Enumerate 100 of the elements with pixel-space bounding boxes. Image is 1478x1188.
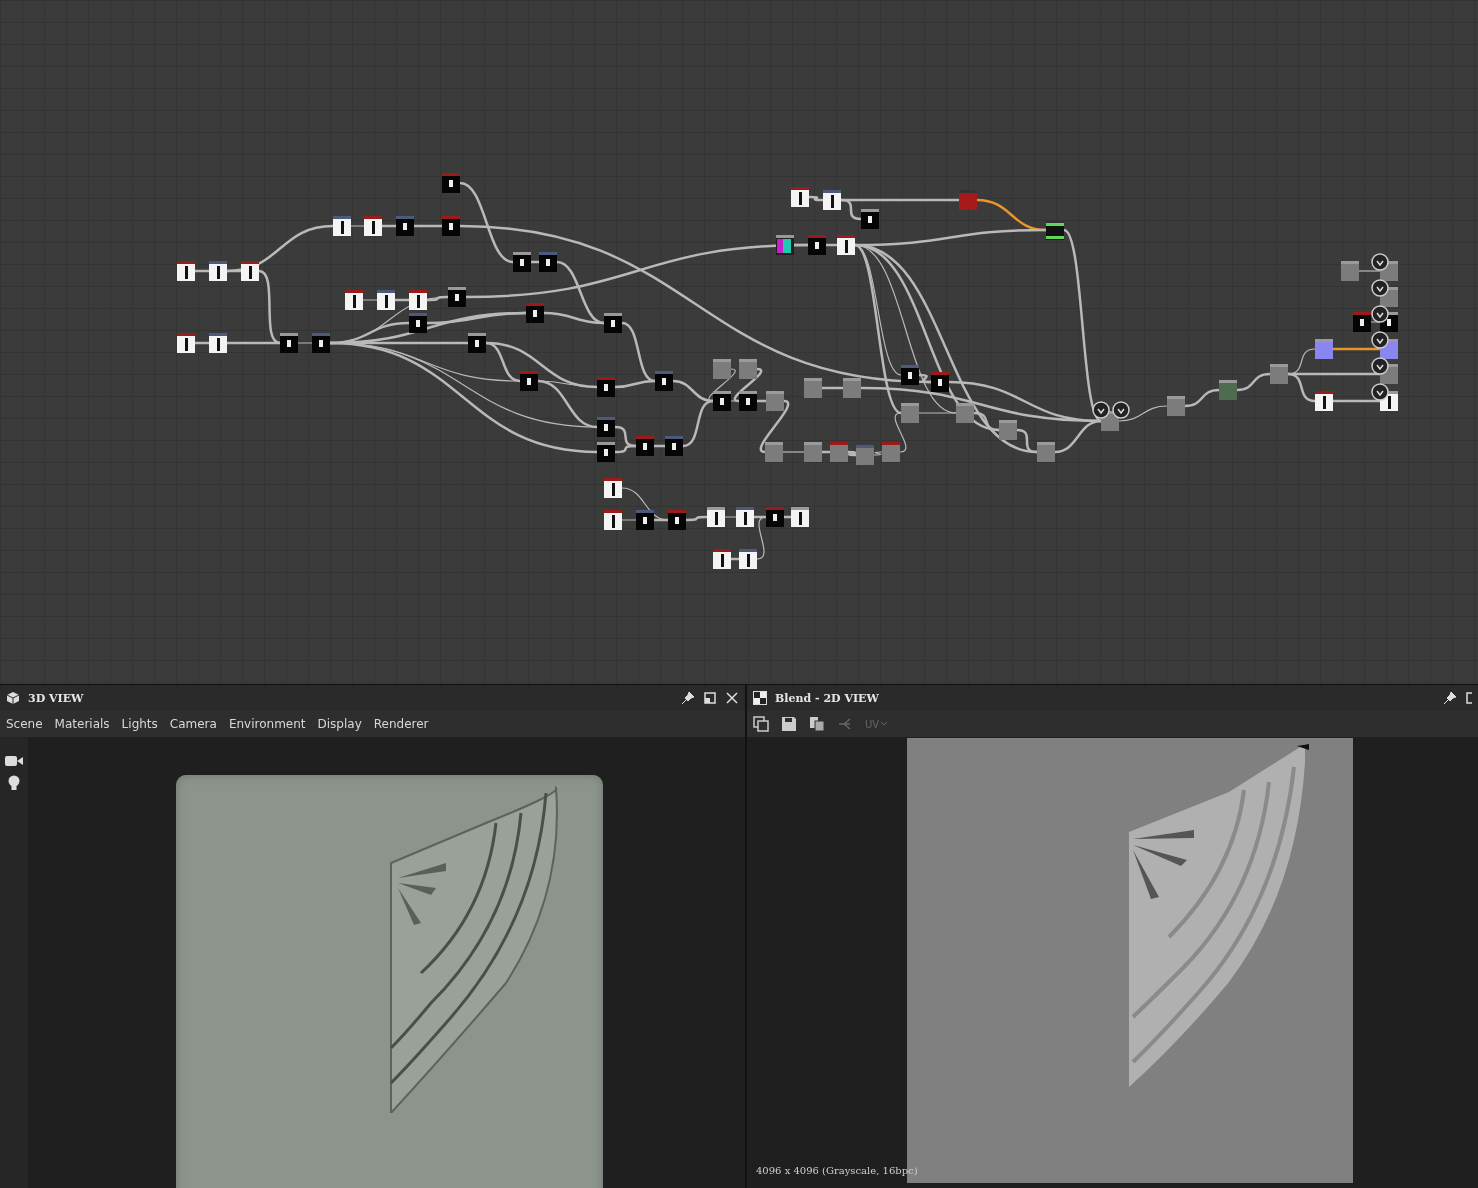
connector-wire [1333, 399, 1380, 403]
maximize-icon[interactable] [1465, 691, 1472, 705]
connector-wire [654, 444, 665, 448]
output-node-icon [1371, 331, 1389, 349]
light-bulb-icon[interactable] [8, 775, 20, 791]
output-node-icon [1371, 253, 1389, 271]
graph-node [713, 549, 731, 569]
graph-node [843, 378, 861, 398]
graph-node [1037, 442, 1055, 462]
graph-node [604, 478, 622, 498]
graph-node [766, 391, 784, 411]
pin-icon[interactable] [1443, 691, 1457, 705]
graph-node [791, 187, 809, 207]
menu-item[interactable]: Renderer [373, 717, 429, 731]
menu-item[interactable]: Display [317, 717, 362, 731]
menu-item[interactable]: Camera [169, 717, 217, 731]
connector-wire [195, 341, 209, 345]
caret-icon [880, 721, 889, 727]
output-node-icon [1112, 401, 1130, 419]
graph-node [713, 359, 731, 379]
connector-wire [686, 515, 707, 522]
graph-node [280, 333, 298, 353]
copy-icon[interactable] [753, 716, 769, 732]
graph-node [442, 216, 460, 236]
graph-node [345, 290, 363, 310]
graph-node [959, 190, 977, 210]
graph-node [830, 442, 848, 462]
graph-node [604, 313, 622, 333]
connector-wire [350, 225, 365, 227]
graph-node [931, 372, 949, 392]
cube-icon [6, 691, 20, 705]
graph-node [655, 371, 673, 391]
graph-node [901, 365, 919, 385]
pin-icon[interactable] [681, 691, 695, 705]
graph-node [1315, 391, 1333, 411]
graph-node [1270, 364, 1288, 384]
graph-node [1315, 339, 1333, 359]
graph-node [526, 303, 544, 323]
graph-node [597, 417, 615, 437]
connector-wire [382, 224, 396, 228]
connector-wire [822, 386, 843, 390]
connector-wire [724, 516, 737, 518]
graph-node [636, 436, 654, 456]
graph-node [668, 510, 686, 530]
graph-node [713, 391, 731, 411]
graph-node [956, 403, 974, 423]
output-node-icon [1371, 383, 1389, 401]
connector-wire [784, 515, 791, 519]
graph-node [333, 216, 351, 236]
graph-node [1219, 380, 1237, 400]
graph-node [312, 333, 330, 353]
graph-node [766, 507, 784, 527]
save-icon[interactable] [781, 716, 797, 732]
graph-node [707, 507, 725, 527]
connector-wire [1358, 270, 1381, 272]
output-node-icon [1371, 357, 1389, 375]
graph-node [739, 549, 757, 569]
clipboard-icon[interactable] [809, 716, 825, 732]
maximize-icon[interactable] [703, 691, 717, 705]
connector-wire [1118, 405, 1168, 422]
output-node-icon [1371, 305, 1389, 323]
graph-node [1353, 312, 1371, 332]
graph-node [409, 290, 427, 310]
graph-node [396, 216, 414, 236]
connector-wire [1184, 388, 1220, 408]
graph-node [901, 403, 919, 423]
graph-node [1167, 396, 1185, 416]
graph-node [1046, 220, 1064, 240]
menu-item[interactable]: Lights [121, 717, 158, 731]
graph-node [776, 235, 794, 255]
graph-node [999, 420, 1017, 440]
graph-node [597, 442, 615, 462]
graph-node [520, 371, 538, 391]
connector-wire [1370, 321, 1381, 323]
menu-item[interactable]: Materials [54, 717, 110, 731]
camera-icon[interactable] [5, 755, 23, 767]
connector-wire [1333, 347, 1380, 351]
graph-node [209, 261, 227, 281]
output-node-icon [1371, 279, 1389, 297]
graph-node [377, 290, 395, 310]
connector-wire [297, 342, 313, 344]
graph-node [1341, 261, 1359, 281]
graph-node [177, 261, 195, 281]
graph-node [808, 235, 826, 255]
connector-wire [1236, 372, 1271, 392]
menu-item[interactable]: Scene [6, 717, 43, 731]
close-icon[interactable] [725, 691, 739, 705]
graph-node [823, 190, 841, 210]
graph-node [882, 442, 900, 462]
menu-item[interactable]: Environment [228, 717, 306, 731]
graph-node [837, 235, 855, 255]
graph-node [736, 507, 754, 527]
graph-node [791, 507, 809, 527]
panel-title: 3D VIEW [28, 691, 84, 705]
connector-wire [822, 450, 830, 454]
graph-node [856, 445, 874, 465]
graph-node [409, 313, 427, 333]
graph-node [177, 333, 195, 353]
graph-node [209, 333, 227, 353]
graph-node [804, 378, 822, 398]
